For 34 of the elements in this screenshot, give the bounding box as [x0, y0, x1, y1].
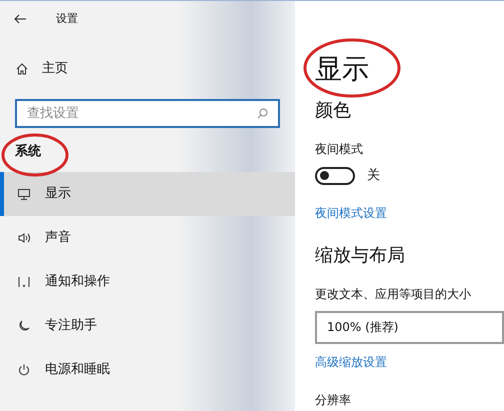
setting-label: 更改文本、应用等项目的大小 — [315, 286, 472, 302]
nav-label: 通知和操作 — [45, 273, 110, 292]
annotation-ellipse — [2, 134, 68, 176]
night-light-settings-link[interactable]: 夜间模式设置 — [315, 204, 504, 222]
advanced-scaling-link[interactable]: 高级缩放设置 — [315, 352, 504, 370]
nav-item[interactable]: 通知和操作 — [0, 260, 295, 304]
nav-item[interactable]: 显示 — [0, 172, 295, 216]
search-icon — [257, 108, 268, 119]
notification-icon — [17, 275, 31, 289]
section-heading: 缩放与布局 — [315, 244, 406, 268]
toggle-state: 关 — [367, 167, 380, 185]
nav-label: 声音 — [45, 229, 71, 248]
power-icon — [17, 363, 31, 377]
scale-dropdown[interactable]: 100% (推荐) — [315, 310, 504, 344]
page-title: 显示 — [315, 56, 369, 83]
nav-item[interactable]: 声音 — [0, 216, 295, 260]
nav-label: 显示 — [45, 185, 71, 204]
nav-label: 专注助手 — [45, 317, 97, 336]
section-heading: 颜色 — [315, 99, 352, 123]
setting-label: 分辨率 — [315, 392, 352, 408]
night-light-toggle[interactable] — [315, 166, 355, 185]
nav-item[interactable]: 电源和睡眠 — [0, 348, 295, 392]
nav-label: 电源和睡眠 — [45, 361, 110, 380]
home-nav-item[interactable]: 主页 — [0, 52, 295, 86]
home-icon — [16, 63, 28, 75]
window-title: 设置 — [56, 10, 78, 27]
section-heading: 系统 — [15, 142, 41, 162]
monitor-icon — [17, 187, 31, 201]
speaker-icon — [17, 231, 31, 245]
toggle-label: 夜间模式 — [315, 141, 364, 158]
search-field[interactable]: 查找设置 — [15, 99, 280, 128]
nav-item[interactable]: 专注助手 — [0, 304, 295, 348]
back-arrow-icon[interactable] — [14, 14, 26, 24]
moon-icon — [17, 319, 31, 333]
